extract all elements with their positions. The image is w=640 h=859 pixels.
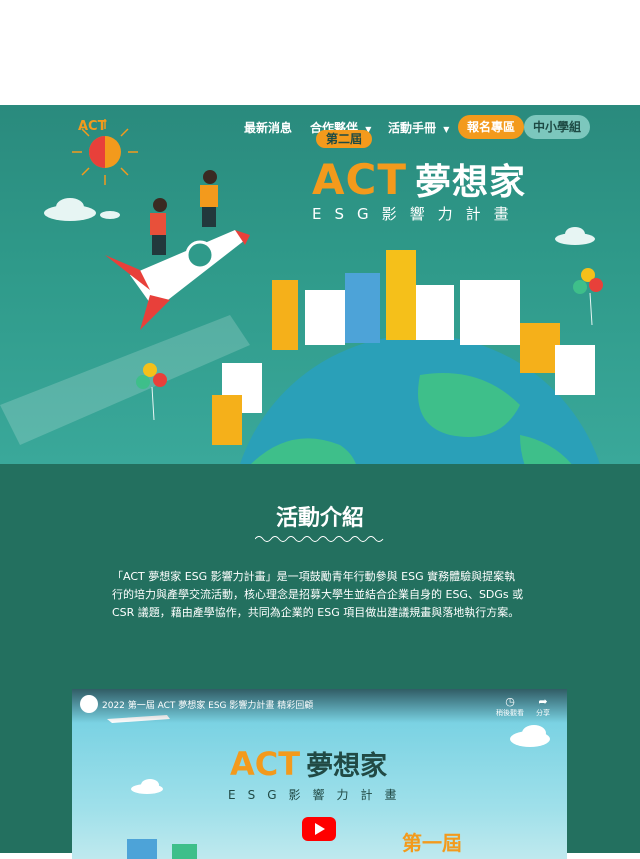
hero-title-en: ACT <box>312 155 407 204</box>
intro-heading: 活動介紹 <box>275 506 364 531</box>
thumb-title-en: ACT <box>230 745 301 783</box>
video-title[interactable]: 2022 第一屆 ACT 夢想家 ESG 影響力計畫 精彩回顧 <box>102 698 313 711</box>
cloud-icon <box>44 198 120 221</box>
thumb-edition: 第一屆 <box>402 831 462 855</box>
nav-item-handbook-label: 活動手冊 <box>388 121 437 135</box>
thumb-title: ACT 夢想家 <box>230 744 387 783</box>
watch-later-button[interactable]: ◷ 稍後觀看 <box>496 695 524 718</box>
wave-divider-icon <box>255 536 384 542</box>
hero-title: ACT 夢想家 <box>312 153 526 205</box>
thumb-title-cn: 夢想家 <box>306 751 388 782</box>
share-button[interactable]: ➦ 分享 <box>536 695 550 718</box>
watch-later-label: 稍後觀看 <box>496 709 524 717</box>
edition-badge: 第二屆 <box>316 130 372 148</box>
hero-subtitle: ESG影響力計畫 <box>312 205 522 223</box>
clock-icon: ◷ <box>505 695 515 708</box>
share-icon: ➦ <box>538 695 548 708</box>
top-blank-area <box>0 0 640 105</box>
register-button[interactable]: 報名專區 <box>458 115 524 139</box>
thumb-subtitle: ESG影響力計畫 <box>228 788 409 802</box>
share-label: 分享 <box>536 709 550 717</box>
school-button[interactable]: 中小學組 <box>524 115 590 139</box>
hero-banner: ACT 最新消息 合作夥伴 ▼ 活動手冊 ▼ 報名專區 中小學組 第二屆 ACT… <box>0 105 640 464</box>
youtube-play-icon[interactable] <box>302 817 336 841</box>
nav-item-handbook[interactable]: 活動手冊 ▼ <box>388 119 449 136</box>
intro-body: 「ACT 夢想家 ESG 影響力計畫」是一項鼓勵青年行動參與 ESG 實務體驗與… <box>112 570 524 619</box>
nav-item-news[interactable]: 最新消息 <box>244 119 292 136</box>
hero-title-cn: 夢想家 <box>414 162 526 203</box>
chevron-down-icon: ▼ <box>443 125 450 134</box>
intro-section: 活動介紹 「ACT 夢想家 ESG 影響力計畫」是一項鼓勵青年行動參與 ESG … <box>0 464 640 859</box>
rocket-icon <box>105 230 250 330</box>
video-player[interactable]: 2022 第一屆 ACT 夢想家 ESG 影響力計畫 精彩回顧 ◷ 稍後觀看 ➦… <box>72 689 567 859</box>
channel-avatar[interactable] <box>80 695 98 713</box>
